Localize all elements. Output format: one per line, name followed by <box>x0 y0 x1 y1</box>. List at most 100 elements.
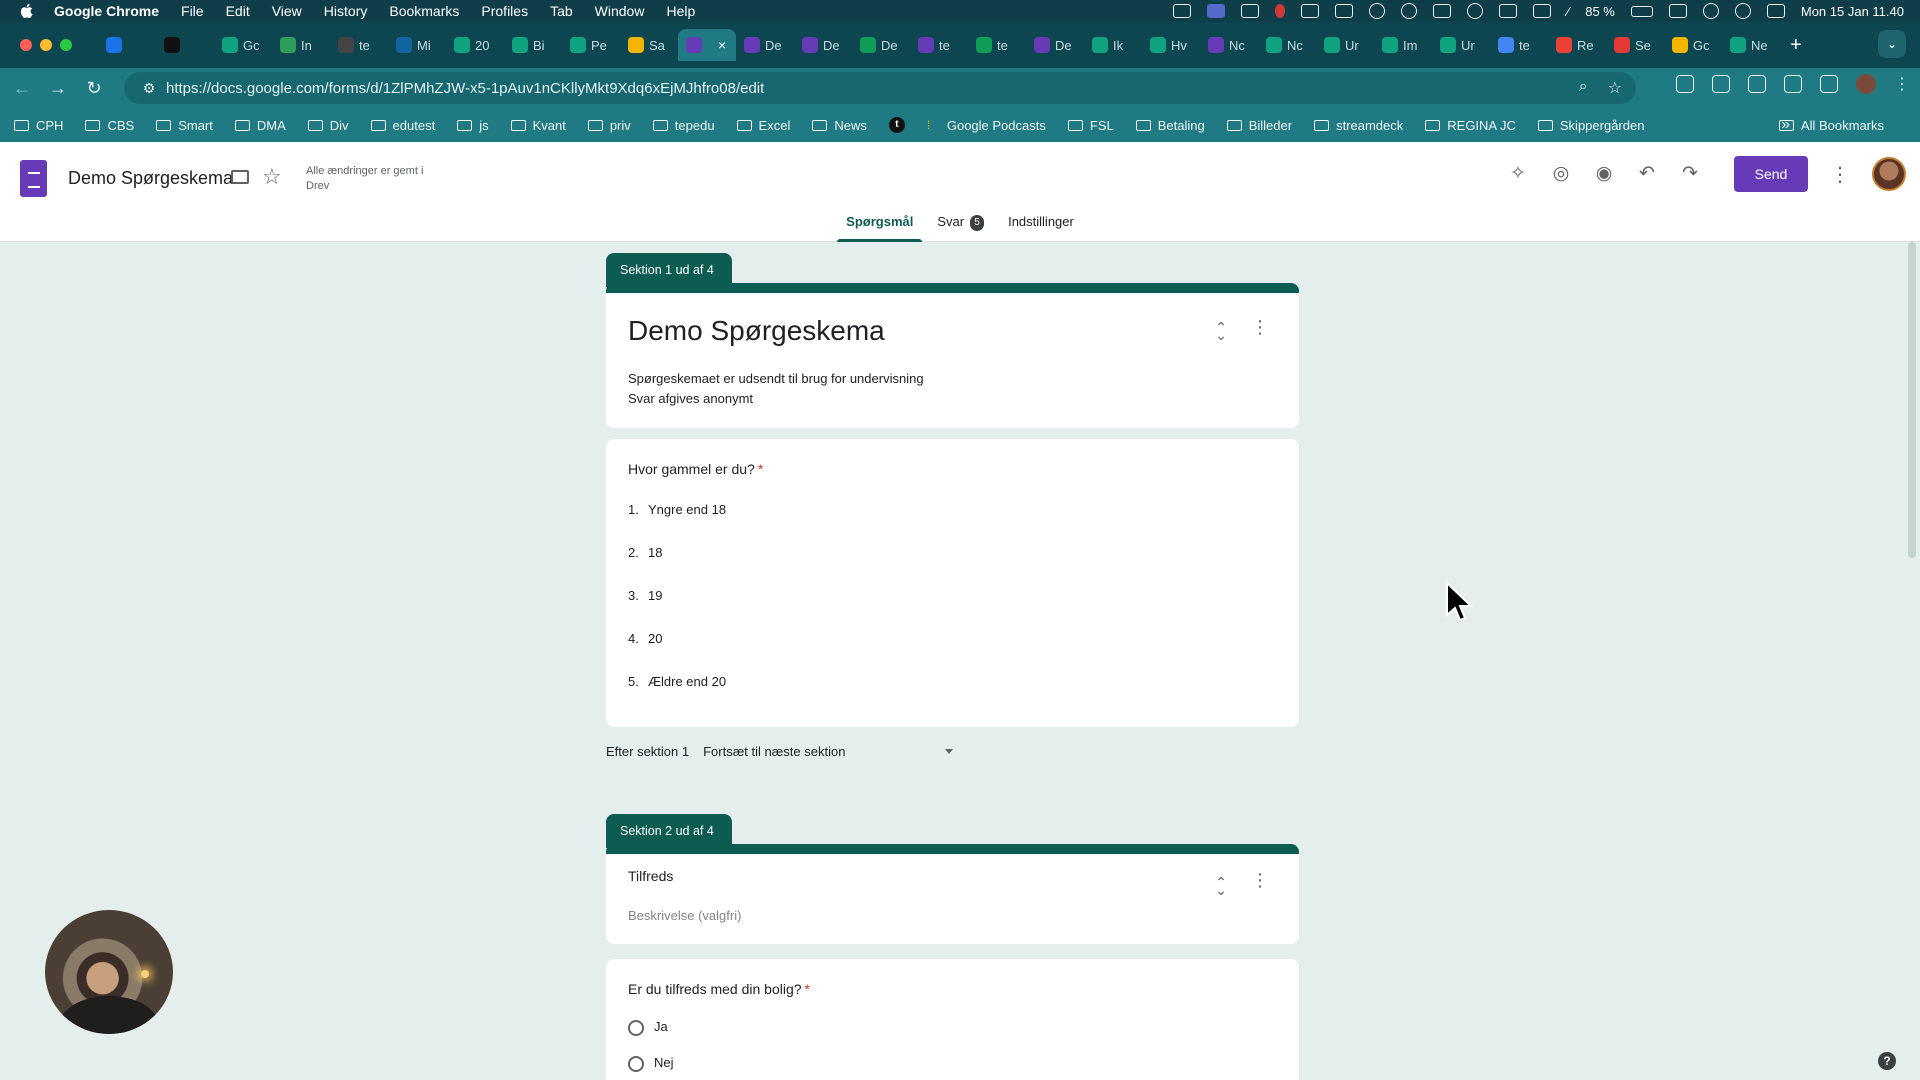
bookmark-item[interactable]: FSL <box>1067 118 1114 133</box>
browser-tab[interactable]: De <box>794 29 852 61</box>
browser-tab[interactable]: te <box>1490 29 1548 61</box>
list-option[interactable]: 4. 20 <box>628 631 662 646</box>
customize-theme-icon[interactable]: ◎ <box>1548 161 1574 187</box>
side-panel-icon[interactable] <box>1820 75 1838 93</box>
browser-tab[interactable]: Hv <box>1142 29 1200 61</box>
keyboard-icon[interactable] <box>1668 4 1687 18</box>
browser-tab[interactable]: te <box>330 29 388 61</box>
question-card-age[interactable]: Hvor gammel er du? * 1. Yngre end 18 2. 18 … <box>606 439 1299 727</box>
browser-tab[interactable]: Ne <box>1722 29 1780 61</box>
bookmark-item[interactable]: Billeder <box>1226 118 1292 133</box>
bookmark-item[interactable]: tepedu <box>652 118 715 133</box>
bookmark-item[interactable]: streamdeck <box>1314 118 1403 133</box>
globe-icon[interactable] <box>1369 3 1386 19</box>
browser-tab[interactable]: In <box>272 29 330 61</box>
volume-icon[interactable] <box>1533 4 1552 18</box>
menu-edit[interactable]: Edit <box>226 3 250 19</box>
browser-tab[interactable]: Sa <box>620 29 678 61</box>
google-forms-logo-icon[interactable] <box>20 160 47 197</box>
send-button[interactable]: Send <box>1734 156 1808 192</box>
browser-tab[interactable]: Nc <box>1200 29 1258 61</box>
list-option[interactable]: 3. 19 <box>628 588 662 603</box>
zoom-icon[interactable]: ⌕ <box>1579 78 1588 98</box>
list-option[interactable]: 1. Yngre end 18 <box>628 502 726 517</box>
browser-tab[interactable]: Im <box>1374 29 1432 61</box>
form-description-line-2[interactable]: Svar afgives anonymt <box>628 389 753 409</box>
vimeo-icon[interactable] <box>1335 4 1354 18</box>
help-icon[interactable]: ? <box>1878 1052 1896 1070</box>
tab-responses[interactable]: Svar 5 <box>928 214 993 242</box>
tab-search-button[interactable]: ⌄ <box>1878 30 1906 58</box>
question-title[interactable]: Hvor gammel er du? * <box>628 461 763 477</box>
section-menu-icon[interactable]: ⋮ <box>1251 317 1269 338</box>
browser-tab[interactable]: Pe <box>562 29 620 61</box>
bookmark-tumblr-item[interactable]: t <box>888 117 905 133</box>
section-description-field[interactable]: Beskrivelse (valgfri) <box>628 908 741 923</box>
add-ons-icon[interactable]: ✧ <box>1505 161 1531 187</box>
mirroring-icon[interactable] <box>1499 4 1518 18</box>
star-icon[interactable]: ☆ <box>262 164 282 190</box>
bookmark-item[interactable]: News <box>812 118 867 133</box>
bookmark-item[interactable]: edutest <box>370 118 435 133</box>
account-avatar[interactable] <box>1872 157 1906 191</box>
browser-tab[interactable]: Se <box>1606 29 1664 61</box>
question-card-housing[interactable]: Er du tilfreds med din bolig? * Ja Nej <box>606 959 1299 1080</box>
glasses-icon[interactable] <box>1433 4 1452 18</box>
bookmark-item[interactable]: CBS <box>85 118 134 133</box>
form-description-line-1[interactable]: Spørgeskemaet er udsendt til brug for un… <box>628 369 924 389</box>
bookmark-item[interactable]: js <box>457 118 489 133</box>
move-to-folder-icon[interactable] <box>231 170 249 184</box>
compass-icon[interactable] <box>1467 3 1484 19</box>
bookmark-item[interactable]: CPH <box>14 118 63 133</box>
bookmark-item[interactable]: DMA <box>234 118 286 133</box>
browser-tab[interactable]: Ur <box>1316 29 1374 61</box>
bookmark-item[interactable]: Excel <box>736 118 790 133</box>
menu-history[interactable]: History <box>324 3 368 19</box>
clock[interactable]: Mon 15 Jan 11.40 <box>1801 4 1904 19</box>
address-bar[interactable]: ⚙ https://docs.google.com/forms/d/1ZlPMh… <box>124 72 1636 104</box>
site-info-icon[interactable]: ⚙ <box>134 80 164 97</box>
collapse-section-icon[interactable]: ⌃ ⌄ <box>1215 875 1227 897</box>
radio-option[interactable]: Nej <box>628 1055 674 1072</box>
control-center-icon[interactable] <box>1766 4 1785 18</box>
bookmark-star-icon[interactable]: ☆ <box>1608 78 1622 98</box>
bookmark-item[interactable]: Betaling <box>1135 118 1205 133</box>
close-window-button[interactable] <box>20 39 32 51</box>
new-tab-button[interactable]: + <box>1790 34 1802 57</box>
extensions-puzzle-icon[interactable] <box>1784 75 1802 93</box>
bookmark-item[interactable]: Kvant <box>510 118 566 133</box>
after-section-dropdown[interactable]: Fortsæt til næste sektion <box>703 744 954 759</box>
maximize-window-button[interactable] <box>60 39 72 51</box>
url-text[interactable]: https://docs.google.com/forms/d/1ZlPMhZJ… <box>166 80 764 97</box>
form-title[interactable]: Demo Spørgeskema <box>628 315 885 347</box>
chrome-menu-icon[interactable]: ⋮ <box>1894 74 1910 94</box>
window-icon[interactable] <box>1301 4 1320 18</box>
slash-icon[interactable]: ∕ <box>1567 4 1569 19</box>
browser-tab[interactable]: Gc <box>214 29 272 61</box>
bookmark-item[interactable]: priv <box>587 118 631 133</box>
bookmark-item[interactable]: Smart <box>156 118 213 133</box>
forward-icon[interactable]: → <box>40 78 76 99</box>
tab-settings[interactable]: Indstillinger <box>999 214 1083 242</box>
browser-tab[interactable]: Ik <box>1084 29 1142 61</box>
tab-questions[interactable]: Spørgsmål <box>837 214 923 242</box>
apple-icon[interactable] <box>18 2 36 20</box>
browser-tab[interactable]: te <box>910 29 968 61</box>
browser-tab[interactable]: 20 <box>446 29 504 61</box>
browser-tab[interactable]: De <box>736 29 794 61</box>
presenter-icon[interactable] <box>1207 4 1226 18</box>
play-icon[interactable] <box>1734 3 1751 19</box>
list-option[interactable]: 2. 18 <box>628 545 662 560</box>
browser-tab[interactable] <box>98 29 156 61</box>
menu-help[interactable]: Help <box>666 3 695 19</box>
more-options-icon[interactable]: ⋮ <box>1830 162 1850 187</box>
app-menu-chrome[interactable]: Google Chrome <box>54 3 159 19</box>
capture-icon[interactable] <box>1241 4 1260 18</box>
form-document-title[interactable]: Demo Spørgeskema <box>68 168 233 189</box>
browser-tab[interactable] <box>156 29 214 61</box>
preview-eye-icon[interactable]: ◉ <box>1591 161 1617 187</box>
browser-tab[interactable]: De <box>1026 29 1084 61</box>
extension-2-icon[interactable] <box>1712 75 1730 93</box>
menu-tab[interactable]: Tab <box>550 3 573 19</box>
wifi-icon[interactable] <box>1702 3 1719 19</box>
